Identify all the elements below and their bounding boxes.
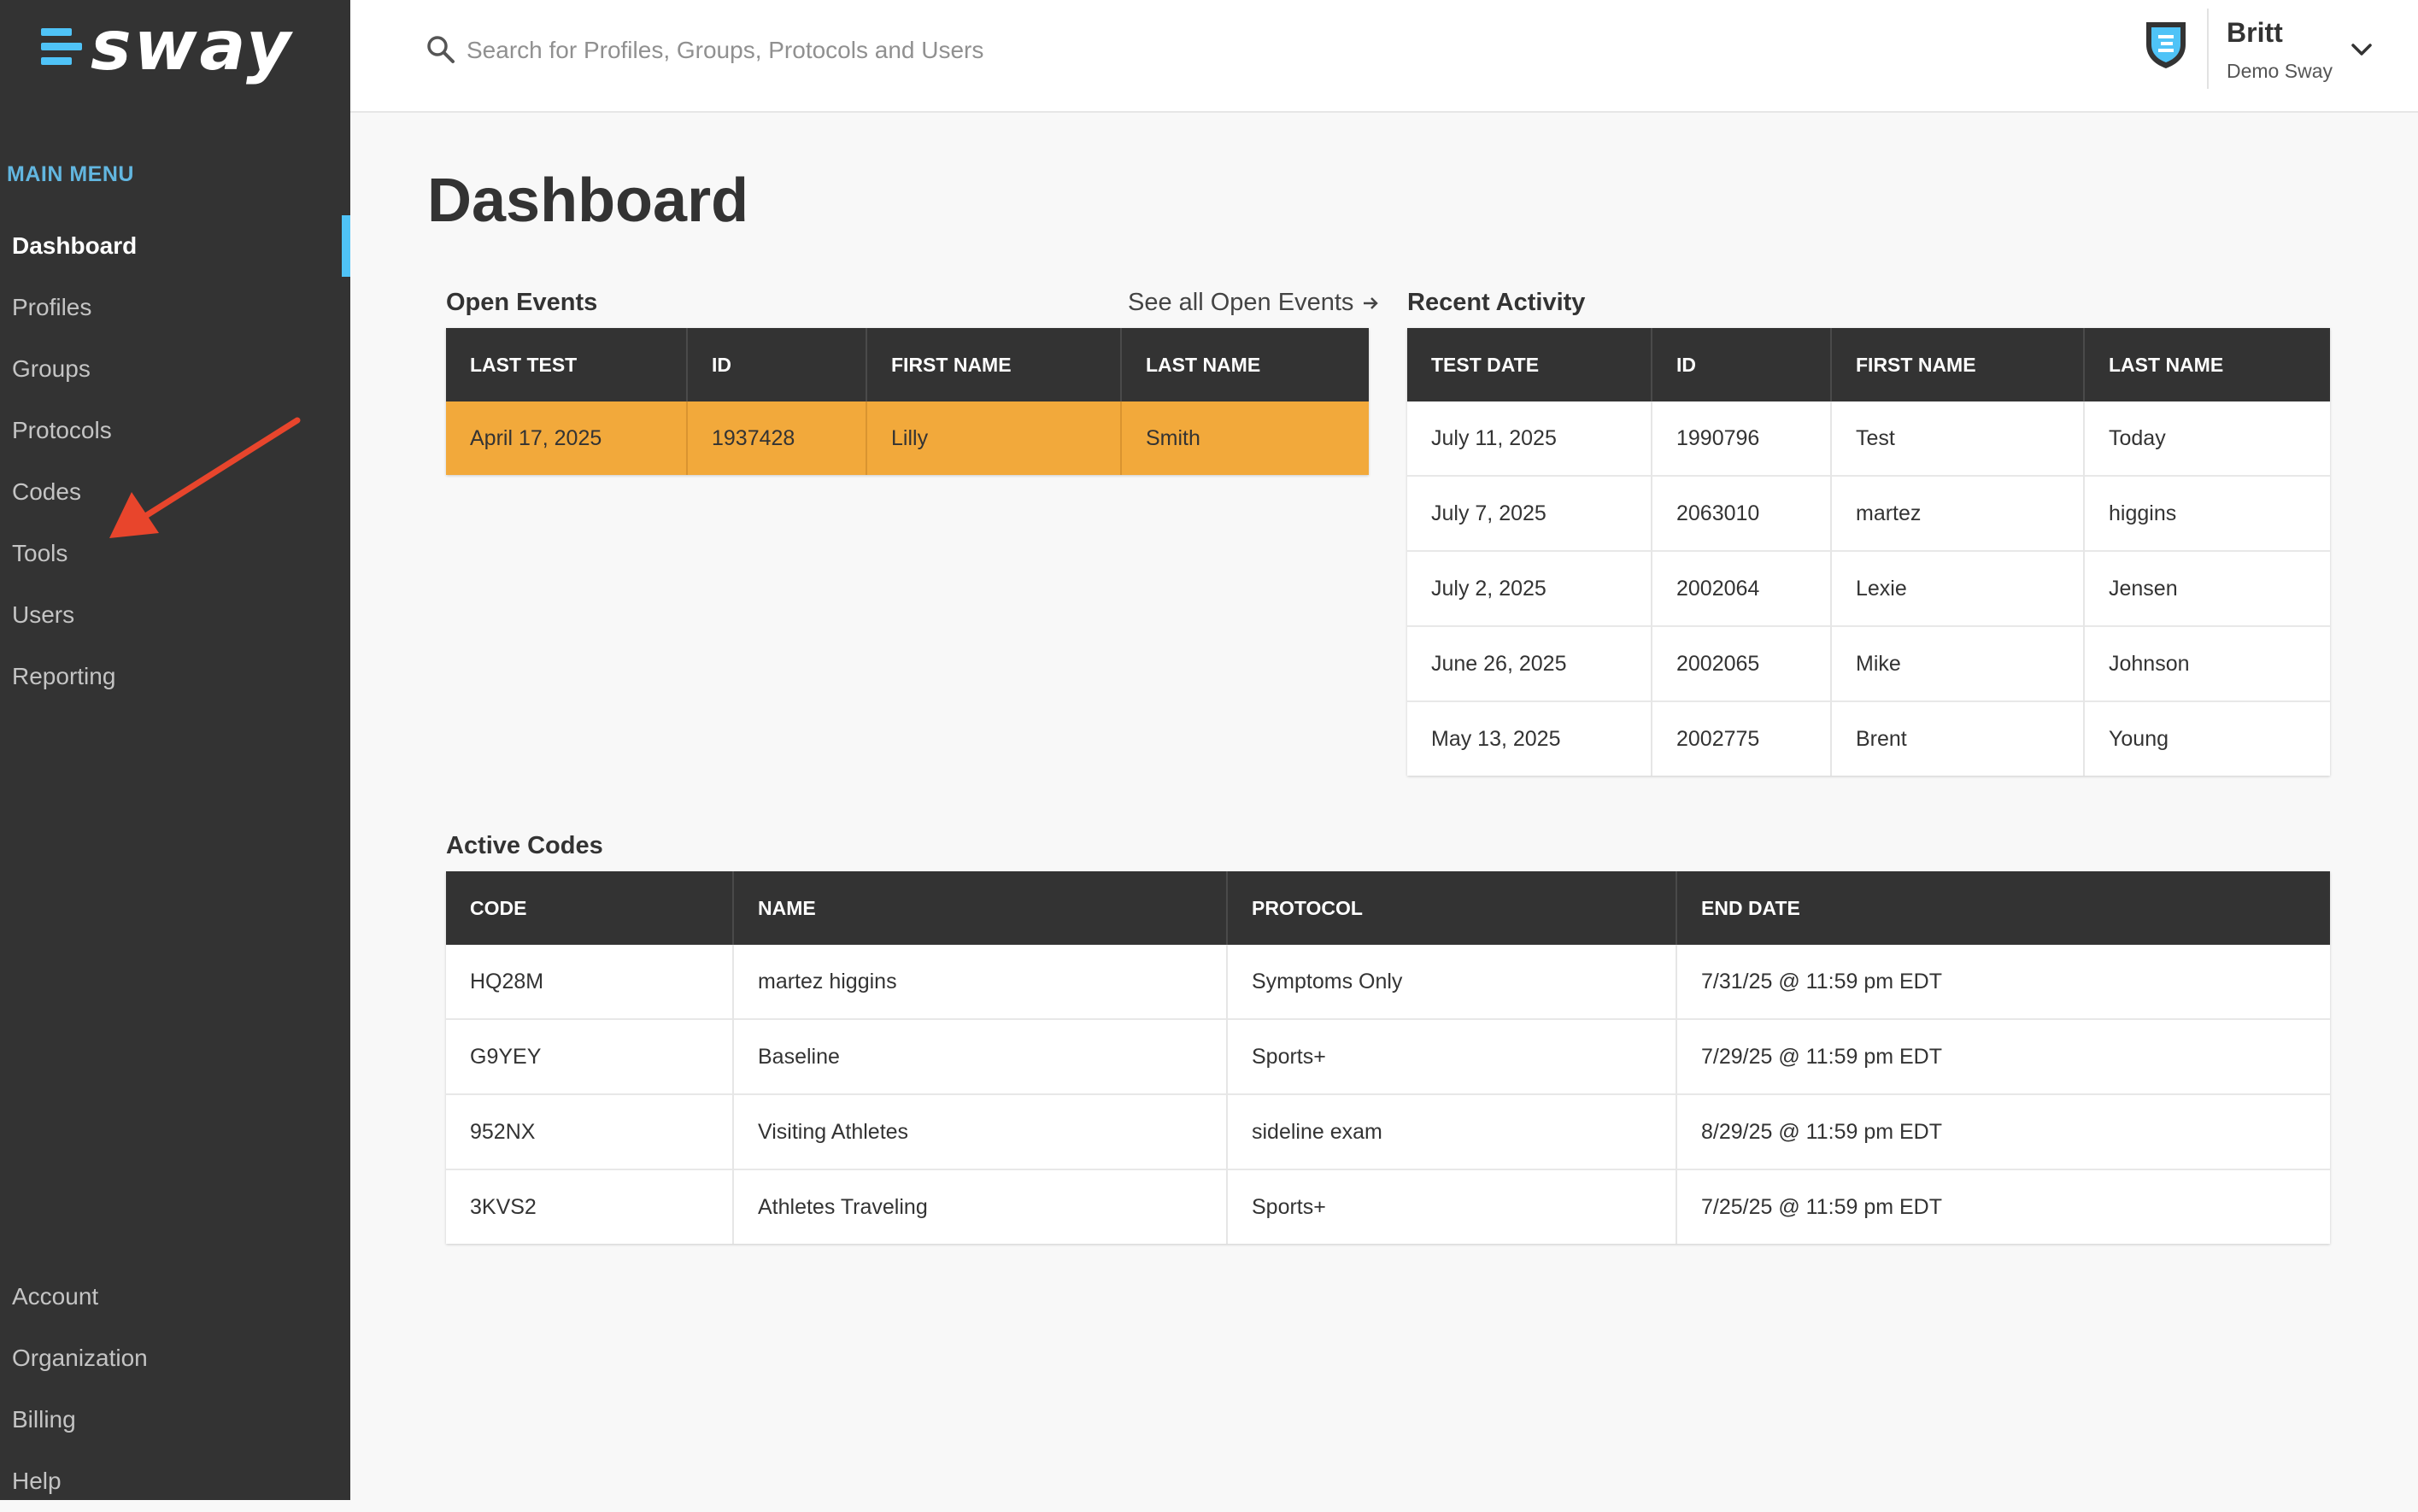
logo-text: sway bbox=[91, 6, 294, 85]
shield-icon[interactable] bbox=[2143, 19, 2189, 70]
table-cell: Brent bbox=[1831, 700, 2085, 776]
sidebar-item-groups[interactable]: Groups bbox=[0, 338, 350, 400]
table-cell: 7/25/25 @ 11:59 pm EDT bbox=[1676, 1169, 2330, 1244]
column-header[interactable]: END DATE bbox=[1676, 871, 2330, 945]
column-header[interactable]: FIRST NAME bbox=[1831, 328, 2085, 401]
table-cell: Lilly bbox=[866, 401, 1122, 475]
logo-bars-icon bbox=[41, 27, 82, 65]
table-cell: Sports+ bbox=[1227, 1018, 1677, 1094]
arrow-right-icon bbox=[1364, 296, 1379, 309]
table-cell: sideline exam bbox=[1227, 1093, 1677, 1169]
column-header[interactable]: LAST TEST bbox=[446, 328, 688, 401]
recent-activity-table: TEST DATE ID FIRST NAME LAST NAME July 1… bbox=[1407, 328, 2330, 776]
column-header[interactable]: ID bbox=[1652, 328, 1832, 401]
table-cell: Johnson bbox=[2084, 625, 2330, 701]
user-name[interactable]: Britt bbox=[2227, 17, 2283, 49]
search-icon bbox=[427, 36, 455, 63]
main-menu-heading: MAIN MENU bbox=[7, 162, 134, 186]
table-cell: 2002775 bbox=[1652, 700, 1832, 776]
table-row[interactable]: June 26, 2025 2002065 Mike Johnson bbox=[1407, 625, 2330, 701]
sidebar-item-profiles[interactable]: Profiles bbox=[0, 277, 350, 338]
secondary-menu: Account Organization Billing Help bbox=[0, 1266, 350, 1512]
table-cell: Lexie bbox=[1831, 550, 2085, 626]
recent-activity-title: Recent Activity bbox=[1407, 289, 1586, 316]
table-cell: higgins bbox=[2084, 475, 2330, 551]
table-cell: martez higgins bbox=[733, 945, 1228, 1019]
user-organization: Demo Sway bbox=[2227, 60, 2333, 82]
sidebar-item-reporting[interactable]: Reporting bbox=[0, 646, 350, 707]
sway-logo[interactable]: sway bbox=[41, 12, 293, 80]
table-row[interactable]: April 17, 2025 1937428 Lilly Smith bbox=[446, 401, 1369, 475]
sidebar-item-help[interactable]: Help bbox=[0, 1450, 350, 1512]
column-header[interactable]: FIRST NAME bbox=[866, 328, 1122, 401]
table-cell: 952NX bbox=[446, 1093, 734, 1169]
table-row[interactable]: 3KVS2 Athletes Traveling Sports+ 7/25/25… bbox=[446, 1169, 2330, 1244]
table-cell: 1990796 bbox=[1652, 401, 1832, 476]
table-cell: May 13, 2025 bbox=[1407, 700, 1652, 776]
table-cell: martez bbox=[1831, 475, 2085, 551]
sidebar-item-dashboard[interactable]: Dashboard bbox=[0, 215, 350, 277]
page-title: Dashboard bbox=[427, 167, 749, 235]
table-cell: Today bbox=[2109, 425, 2166, 450]
table-cell: Baseline bbox=[733, 1018, 1228, 1094]
annotation-arrow-icon bbox=[109, 417, 301, 538]
table-row[interactable]: HQ28M martez higgins Symptoms Only 7/31/… bbox=[446, 945, 2330, 1019]
user-divider bbox=[2207, 9, 2209, 89]
column-header[interactable]: CODE bbox=[446, 871, 734, 945]
see-all-open-events-label: See all Open Events bbox=[1128, 289, 1354, 316]
active-codes-table: CODE NAME PROTOCOL END DATE HQ28M martez… bbox=[446, 871, 2330, 1244]
table-row[interactable]: 952NX Visiting Athletes sideline exam 8/… bbox=[446, 1093, 2330, 1169]
table-cell: Jensen bbox=[2084, 550, 2330, 626]
column-header[interactable]: LAST NAME bbox=[1121, 328, 1369, 401]
table-cell: 2063010 bbox=[1652, 475, 1832, 551]
active-codes-title: Active Codes bbox=[446, 832, 603, 859]
table-cell: Athletes Traveling bbox=[733, 1169, 1228, 1244]
column-header[interactable]: LAST NAME bbox=[2084, 328, 2330, 401]
table-cell: Visiting Athletes bbox=[733, 1093, 1228, 1169]
table-row[interactable]: July 2, 2025 2002064 Lexie Jensen bbox=[1407, 550, 2330, 626]
table-cell: July 2, 2025 bbox=[1407, 550, 1652, 626]
table-header-row: CODE NAME PROTOCOL END DATE bbox=[446, 871, 2330, 945]
table-cell: G9YEY bbox=[446, 1018, 734, 1094]
table-cell: Test bbox=[1831, 401, 2085, 476]
table-cell: Sports+ bbox=[1227, 1169, 1677, 1244]
table-header-row: LAST TEST ID FIRST NAME LAST NAME bbox=[446, 328, 1369, 401]
table-cell: 7/29/25 @ 11:59 pm EDT bbox=[1676, 1018, 2330, 1094]
table-cell: 1937428 bbox=[687, 401, 867, 475]
table-cell: June 26, 2025 bbox=[1407, 625, 1652, 701]
table-cell: 7/31/25 @ 11:59 pm EDT bbox=[1701, 969, 1943, 993]
table-cell: July 7, 2025 bbox=[1407, 475, 1652, 551]
table-cell: 2002064 bbox=[1652, 550, 1832, 626]
column-header[interactable]: PROTOCOL bbox=[1227, 871, 1677, 945]
table-row[interactable]: May 13, 2025 2002775 Brent Young bbox=[1407, 700, 2330, 776]
see-all-open-events-link[interactable]: See all Open Events bbox=[1128, 289, 1379, 317]
open-events-title: Open Events bbox=[446, 289, 598, 316]
table-cell: 2002065 bbox=[1652, 625, 1832, 701]
chevron-down-icon[interactable] bbox=[2350, 41, 2374, 58]
column-header[interactable]: TEST DATE bbox=[1407, 328, 1652, 401]
table-cell: Symptoms Only bbox=[1227, 945, 1677, 1019]
search-input[interactable] bbox=[465, 29, 1237, 72]
table-cell: April 17, 2025 bbox=[446, 401, 688, 475]
column-header[interactable]: NAME bbox=[733, 871, 1228, 945]
table-header-row: TEST DATE ID FIRST NAME LAST NAME bbox=[1407, 328, 2330, 401]
table-cell: Young bbox=[2084, 700, 2330, 776]
table-cell: 8/29/25 @ 11:59 pm EDT bbox=[1676, 1093, 2330, 1169]
table-cell: Smith bbox=[1121, 401, 1369, 475]
table-cell: 3KVS2 bbox=[446, 1169, 734, 1244]
table-cell: Mike bbox=[1831, 625, 2085, 701]
open-events-table: LAST TEST ID FIRST NAME LAST NAME April … bbox=[446, 328, 1369, 475]
sidebar: sway MAIN MENU Dashboard Profiles Groups… bbox=[0, 0, 350, 1500]
table-row[interactable]: July 7, 2025 2063010 martez higgins bbox=[1407, 475, 2330, 551]
sidebar-item-organization[interactable]: Organization bbox=[0, 1327, 350, 1389]
column-header[interactable]: ID bbox=[687, 328, 867, 401]
sidebar-item-billing[interactable]: Billing bbox=[0, 1389, 350, 1450]
top-bar: Britt Demo Sway bbox=[350, 0, 2418, 113]
table-row[interactable]: July 11, 2025 1990796 Test Today bbox=[1407, 401, 2330, 476]
table-cell: HQ28M bbox=[446, 945, 734, 1019]
table-row[interactable]: G9YEY Baseline Sports+ 7/29/25 @ 11:59 p… bbox=[446, 1018, 2330, 1094]
sidebar-item-users[interactable]: Users bbox=[0, 584, 350, 646]
sidebar-item-account[interactable]: Account bbox=[0, 1266, 350, 1327]
table-cell: July 11, 2025 bbox=[1407, 401, 1652, 476]
